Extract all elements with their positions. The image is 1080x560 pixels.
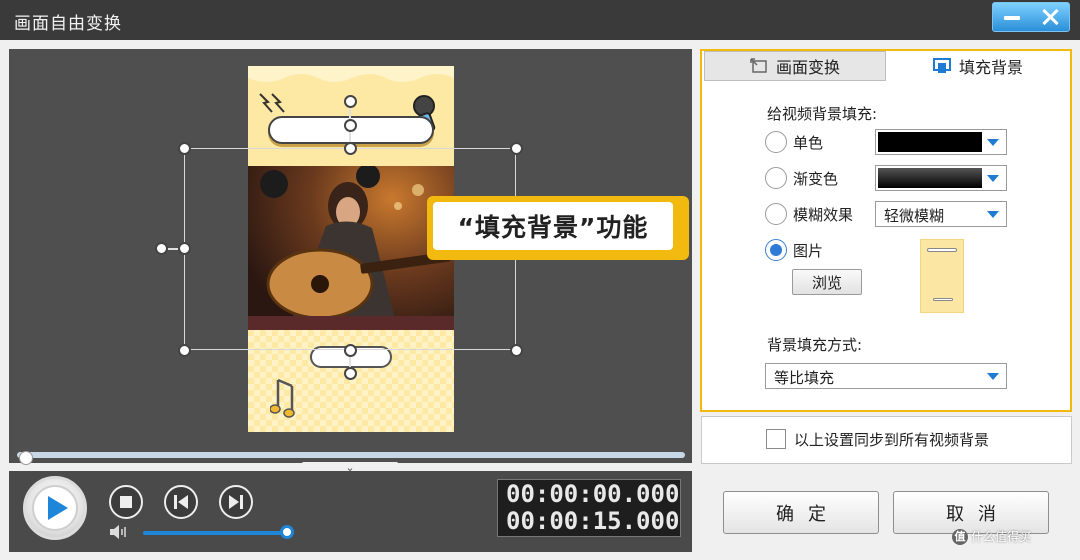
option-gradient[interactable]: 渐变色 <box>765 167 838 189</box>
callout-arrow-icon <box>677 220 686 236</box>
chevron-down-icon <box>987 211 999 218</box>
settings-panel: 画面变换 填充背景 给视频背景填充: 单色 渐变色 模糊效果 轻微模糊 图片 浏… <box>700 49 1072 412</box>
option-gradient-label: 渐变色 <box>793 169 839 188</box>
title-bar: 画面自由变换 <box>0 0 1080 40</box>
resize-handle-bottom-left[interactable] <box>178 344 191 357</box>
volume-slider-track[interactable] <box>143 531 287 535</box>
resize-handle-top-right[interactable] <box>510 142 523 155</box>
tab-transform-label: 画面变换 <box>775 58 840 77</box>
play-button[interactable] <box>23 476 87 540</box>
blur-level-select[interactable]: 轻微模糊 <box>875 201 1007 227</box>
tab-transform[interactable]: 画面变换 <box>704 51 886 81</box>
fill-mode-value: 等比填充 <box>774 369 835 387</box>
option-image[interactable]: 图片 <box>765 239 823 261</box>
option-solid-color[interactable]: 单色 <box>765 131 823 153</box>
solid-color-swatch <box>878 132 982 152</box>
resize-handle-top-left[interactable] <box>178 142 191 155</box>
lightning-icon <box>259 93 285 113</box>
fill-background-icon <box>932 58 951 73</box>
window-title: 画面自由变换 <box>14 14 122 34</box>
gradient-swatch <box>878 168 982 188</box>
playback-controls: 00:00:00.000 00:00:15.000 <box>9 471 692 552</box>
timecode-display: 00:00:00.000 00:00:15.000 <box>497 479 681 537</box>
watermark: 值 什么值得买 <box>952 528 1031 545</box>
browse-button[interactable]: 浏览 <box>792 269 862 295</box>
resize-handle-bottom-right[interactable] <box>510 344 523 357</box>
wave-decoration <box>248 66 454 82</box>
radio-image[interactable] <box>765 239 787 261</box>
play-icon <box>47 496 68 520</box>
chevron-down-icon <box>987 175 999 182</box>
blur-level-value: 轻微模糊 <box>884 207 945 225</box>
video-preview: “填充背景”功能 <box>9 49 692 449</box>
chevron-down-icon <box>987 373 999 380</box>
timeline-track[interactable] <box>17 451 685 465</box>
rotate-handle-top[interactable] <box>344 95 357 108</box>
sync-checkbox[interactable] <box>766 429 786 449</box>
music-note-icon <box>270 378 295 418</box>
play-button-face <box>32 485 78 531</box>
resize-handle-bottom[interactable] <box>344 344 357 357</box>
background-image-thumbnail[interactable] <box>920 239 964 313</box>
previous-frame-button[interactable] <box>164 485 198 519</box>
total-time: 00:00:15.000 <box>506 507 680 535</box>
radio-selected-dot <box>770 244 782 256</box>
sync-label: 以上设置同步到所有视频背景 <box>794 431 990 449</box>
timeline-scrubber[interactable] <box>19 451 33 465</box>
minimize-icon <box>1004 16 1020 20</box>
fill-section-label: 给视频背景填充: <box>767 105 878 123</box>
volume-slider-knob[interactable] <box>280 525 294 539</box>
next-frame-icon <box>229 495 243 509</box>
close-icon <box>1041 8 1059 26</box>
tab-fill-background-label: 填充背景 <box>958 58 1023 77</box>
thumb-textbox-bottom <box>933 298 953 301</box>
callout-text: “填充背景”功能 <box>433 202 673 250</box>
resize-handle-top[interactable] <box>344 119 357 132</box>
resize-handle-left[interactable] <box>178 242 191 255</box>
watermark-text: 什么值得买 <box>971 530 1032 544</box>
rotate-handle-left[interactable] <box>155 242 168 255</box>
thumb-textbox-top <box>927 248 957 252</box>
window-controls <box>992 2 1070 32</box>
volume-icon[interactable] <box>109 524 131 540</box>
feature-callout: “填充背景”功能 <box>427 196 689 260</box>
tab-bar: 画面变换 填充背景 <box>702 51 1070 81</box>
tab-fill-background[interactable]: 填充背景 <box>886 51 1070 81</box>
radio-blur[interactable] <box>765 203 787 225</box>
option-image-label: 图片 <box>793 241 824 260</box>
sync-settings-row: 以上设置同步到所有视频背景 <box>701 416 1072 464</box>
next-frame-button[interactable] <box>219 485 253 519</box>
minimize-button[interactable] <box>993 3 1031 31</box>
current-time: 00:00:00.000 <box>506 480 680 508</box>
option-blur-label: 模糊效果 <box>793 205 854 224</box>
option-blur[interactable]: 模糊效果 <box>765 203 853 225</box>
fill-mode-select[interactable]: 等比填充 <box>765 363 1007 389</box>
stop-button[interactable] <box>109 485 143 519</box>
stop-icon <box>120 496 132 508</box>
timeline-bar <box>9 449 692 465</box>
close-button[interactable] <box>1031 3 1069 31</box>
option-solid-color-label: 单色 <box>793 133 824 152</box>
gradient-picker[interactable] <box>875 165 1007 191</box>
fill-mode-label: 背景填充方式: <box>767 336 863 354</box>
watermark-logo-icon: 值 <box>952 528 968 545</box>
solid-color-picker[interactable] <box>875 129 1007 155</box>
resize-handle-top-mid[interactable] <box>344 142 357 155</box>
transform-icon <box>750 58 767 73</box>
rotate-handle-bottom[interactable] <box>344 367 357 380</box>
chevron-down-icon <box>987 139 999 146</box>
previous-frame-icon <box>174 495 188 509</box>
radio-solid-color[interactable] <box>765 131 787 153</box>
radio-gradient[interactable] <box>765 167 787 189</box>
ok-button[interactable]: 确定 <box>723 491 879 534</box>
